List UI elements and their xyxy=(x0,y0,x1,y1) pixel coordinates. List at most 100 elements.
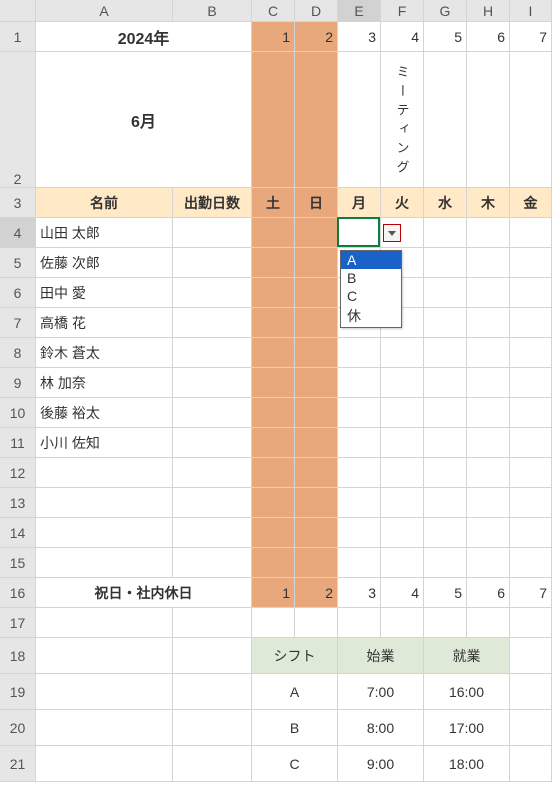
name-1[interactable]: 佐藤 次郎 xyxy=(36,248,173,278)
row-header-17[interactable]: 17 xyxy=(0,608,36,638)
col-header-B[interactable]: B xyxy=(173,0,252,22)
shift-header-end[interactable]: 就業 xyxy=(424,638,510,674)
cell-G11[interactable] xyxy=(424,428,467,458)
shift-A-name[interactable]: A xyxy=(252,674,338,710)
cell-D7[interactable] xyxy=(295,308,338,338)
name-7[interactable]: 小川 佐知 xyxy=(36,428,173,458)
cell-D2[interactable] xyxy=(295,52,338,188)
cell-A15[interactable] xyxy=(36,548,173,578)
weekday-wed[interactable]: 水 xyxy=(424,188,467,218)
day-6[interactable]: 6 xyxy=(467,22,510,52)
row-header-8[interactable]: 8 xyxy=(0,338,36,368)
cell-C8[interactable] xyxy=(252,338,295,368)
cell-E17[interactable] xyxy=(338,608,381,638)
day-2[interactable]: 2 xyxy=(295,22,338,52)
shift-header-start[interactable]: 始業 xyxy=(338,638,424,674)
row-header-1[interactable]: 1 xyxy=(0,22,36,52)
cell-F14[interactable] xyxy=(381,518,424,548)
cell-H10[interactable] xyxy=(467,398,510,428)
hday-7[interactable]: 7 xyxy=(510,578,552,608)
data-validation-dropdown-button[interactable] xyxy=(383,224,401,242)
row-header-13[interactable]: 13 xyxy=(0,488,36,518)
name-0[interactable]: 山田 太郎 xyxy=(36,218,173,248)
cell-C7[interactable] xyxy=(252,308,295,338)
cell-H12[interactable] xyxy=(467,458,510,488)
cell-I7[interactable] xyxy=(510,308,552,338)
cell-A13[interactable] xyxy=(36,488,173,518)
weekday-thu[interactable]: 木 xyxy=(467,188,510,218)
cell-A12[interactable] xyxy=(36,458,173,488)
row-header-3[interactable]: 3 xyxy=(0,188,36,218)
cell-G8[interactable] xyxy=(424,338,467,368)
cell-G5[interactable] xyxy=(424,248,467,278)
row-header-4[interactable]: 4 xyxy=(0,218,36,248)
row-header-16[interactable]: 16 xyxy=(0,578,36,608)
cell-G4[interactable] xyxy=(424,218,467,248)
cell-I6[interactable] xyxy=(510,278,552,308)
cell-D5[interactable] xyxy=(295,248,338,278)
cell-F10[interactable] xyxy=(381,398,424,428)
cell-H15[interactable] xyxy=(467,548,510,578)
cell-E12[interactable] xyxy=(338,458,381,488)
cell-C17[interactable] xyxy=(252,608,295,638)
row-header-18[interactable]: 18 xyxy=(0,638,36,674)
name-2[interactable]: 田中 愛 xyxy=(36,278,173,308)
cell-D15[interactable] xyxy=(295,548,338,578)
cell-F2[interactable]: ミーティング xyxy=(381,52,424,188)
attendance-header[interactable]: 出勤日数 xyxy=(173,188,252,218)
cell-E4[interactable] xyxy=(338,218,381,248)
col-header-D[interactable]: D xyxy=(295,0,338,22)
cell-C2[interactable] xyxy=(252,52,295,188)
cell-C5[interactable] xyxy=(252,248,295,278)
row-header-21[interactable]: 21 xyxy=(0,746,36,782)
cell-G10[interactable] xyxy=(424,398,467,428)
cell-D6[interactable] xyxy=(295,278,338,308)
year-cell[interactable]: 2024年 xyxy=(36,22,252,52)
cell-C6[interactable] xyxy=(252,278,295,308)
cell-I4[interactable] xyxy=(510,218,552,248)
row-header-19[interactable]: 19 xyxy=(0,674,36,710)
cell-I18[interactable] xyxy=(510,638,552,674)
cell-G6[interactable] xyxy=(424,278,467,308)
col-header-C[interactable]: C xyxy=(252,0,295,22)
cell-A19[interactable] xyxy=(36,674,173,710)
cell-H11[interactable] xyxy=(467,428,510,458)
cell-A18[interactable] xyxy=(36,638,173,674)
dropdown-option-rest[interactable]: 休 xyxy=(341,305,401,327)
name-4[interactable]: 鈴木 蒼太 xyxy=(36,338,173,368)
cell-D13[interactable] xyxy=(295,488,338,518)
cell-I19[interactable] xyxy=(510,674,552,710)
cell-H14[interactable] xyxy=(467,518,510,548)
cell-F17[interactable] xyxy=(381,608,424,638)
cell-B4[interactable] xyxy=(173,218,252,248)
cell-D12[interactable] xyxy=(295,458,338,488)
row-header-11[interactable]: 11 xyxy=(0,428,36,458)
row-header-7[interactable]: 7 xyxy=(0,308,36,338)
cell-C14[interactable] xyxy=(252,518,295,548)
cell-C10[interactable] xyxy=(252,398,295,428)
row-header-10[interactable]: 10 xyxy=(0,398,36,428)
cell-E13[interactable] xyxy=(338,488,381,518)
row-header-14[interactable]: 14 xyxy=(0,518,36,548)
cell-E11[interactable] xyxy=(338,428,381,458)
cell-B13[interactable] xyxy=(173,488,252,518)
shift-A-start[interactable]: 7:00 xyxy=(338,674,424,710)
cell-H6[interactable] xyxy=(467,278,510,308)
cell-A20[interactable] xyxy=(36,710,173,746)
dropdown-option-C[interactable]: C xyxy=(341,287,401,305)
cell-G13[interactable] xyxy=(424,488,467,518)
cell-I8[interactable] xyxy=(510,338,552,368)
weekday-tue[interactable]: 火 xyxy=(381,188,424,218)
name-header[interactable]: 名前 xyxy=(36,188,173,218)
hday-3[interactable]: 3 xyxy=(338,578,381,608)
holiday-label[interactable]: 祝日・社内休日 xyxy=(36,578,252,608)
select-all-corner[interactable] xyxy=(0,0,36,22)
cell-B11[interactable] xyxy=(173,428,252,458)
cell-H17[interactable] xyxy=(467,608,510,638)
name-5[interactable]: 林 加奈 xyxy=(36,368,173,398)
cell-A14[interactable] xyxy=(36,518,173,548)
cell-A17[interactable] xyxy=(36,608,173,638)
col-header-E[interactable]: E xyxy=(338,0,381,22)
cell-I17[interactable] xyxy=(510,608,552,638)
shift-C-name[interactable]: C xyxy=(252,746,338,782)
